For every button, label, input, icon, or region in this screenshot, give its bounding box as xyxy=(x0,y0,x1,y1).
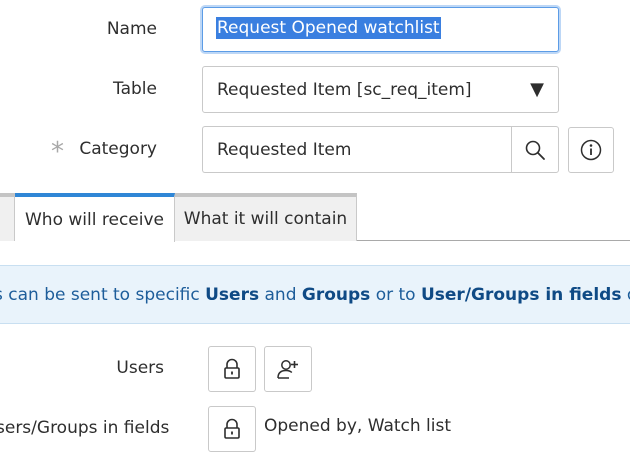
section-tabs: Who will receive What it will contain xyxy=(0,193,630,242)
users-label: Users xyxy=(116,358,164,378)
notification-form: Name Request Opened watchlist Table Requ… xyxy=(0,0,630,466)
category-info-button[interactable] xyxy=(568,127,614,173)
info-groups-term: Groups xyxy=(301,284,371,305)
category-input-value: Requested Item xyxy=(217,139,352,160)
add-user-icon xyxy=(277,360,298,379)
fields-value: Opened by, Watch list xyxy=(264,416,452,436)
category-label: Category xyxy=(79,139,157,159)
lock-icon xyxy=(224,358,240,379)
category-lookup-button[interactable] xyxy=(511,126,559,173)
info-banner: s can be sent to specific Users and Grou… xyxy=(0,265,630,324)
category-input[interactable]: Requested Item xyxy=(202,126,511,173)
tab-previous[interactable] xyxy=(0,193,15,241)
info-text-and: and xyxy=(259,284,302,305)
table-select-value: Requested Item [sc_req_item] xyxy=(217,79,472,100)
caret-down-icon: ▼ xyxy=(530,79,544,100)
info-fields-term: User/Groups in fields xyxy=(420,284,622,305)
lock-icon xyxy=(224,418,240,439)
info-users-term: Users xyxy=(205,284,260,305)
tab-who-will-receive[interactable]: Who will receive xyxy=(15,193,175,242)
info-icon xyxy=(580,139,602,161)
info-text-rest: on the rec xyxy=(621,285,630,305)
fields-unlock-button[interactable] xyxy=(208,406,256,452)
tab-what-it-will-contain[interactable]: What it will contain xyxy=(175,193,357,241)
info-text-or: or to xyxy=(370,284,421,305)
info-text-part: s can be sent to specific xyxy=(0,284,206,305)
add-me-button[interactable] xyxy=(264,346,312,392)
table-select[interactable]: Requested Item [sc_req_item] ▼ xyxy=(202,66,559,113)
info-banner-text: s can be sent to specific Users and Grou… xyxy=(0,285,630,305)
users-unlock-button[interactable] xyxy=(208,346,256,392)
fields-label: sers/Groups in fields xyxy=(0,418,170,438)
name-input-value: Request Opened watchlist xyxy=(216,17,441,39)
name-label: Name xyxy=(106,19,157,39)
search-icon xyxy=(525,140,545,160)
table-label: Table xyxy=(113,79,157,99)
name-input[interactable]: Request Opened watchlist xyxy=(202,7,559,52)
